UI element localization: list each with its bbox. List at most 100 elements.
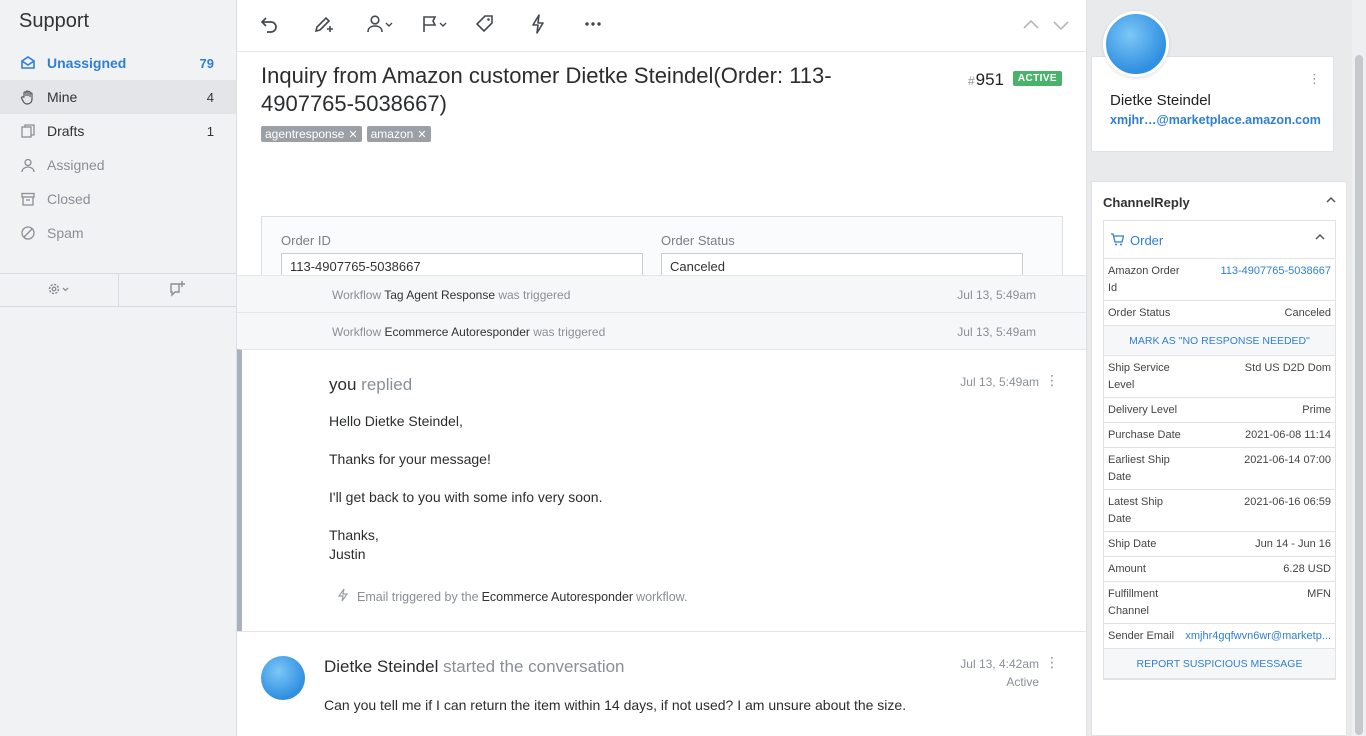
detail-key: Latest Ship Date [1108,496,1164,525]
sidebar-item-label: Mine [47,89,78,105]
detail-row: Purchase Date 2021-06-08 11:14 [1104,423,1335,448]
order-details: Amazon Order Id 113-4907765-5038667 Order … [1104,259,1335,679]
customer-email[interactable]: xmjhr…@marketplace.amazon.com [1110,113,1321,127]
block-icon [19,224,37,242]
detail-row: Latest Ship Date 2021-06-16 06:59 [1104,490,1335,532]
detail-row: Ship Date Jun 14 - Jun 16 [1104,532,1335,557]
cart-icon [1110,233,1125,249]
drafts-icon [19,122,37,140]
tag-label: amazon [370,127,414,141]
vertical-dots-icon: ⋮ [1045,654,1059,670]
app-title[interactable]: ChannelReply [1103,195,1190,210]
tag-icon [475,14,495,37]
conversation-pager [1022,15,1070,38]
remove-tag-icon[interactable]: ✕ [348,129,357,141]
reply-thread: you replied Jul 13, 5:49am ⋮ Hello Dietk… [237,349,1086,631]
sidebar-toolbar [0,273,236,307]
tag-button[interactable] [475,11,529,41]
thread-author: you [329,375,357,394]
next-conversation-button[interactable] [1052,15,1070,38]
sidebar-item-label: Spam [47,225,84,241]
detail-value[interactable]: 113-4907765-5038667 [1220,263,1331,280]
message-line: I'll get back to you with some info very… [329,489,603,505]
assign-button[interactable] [367,11,421,41]
thread-menu-button[interactable]: ⋮ [1045,372,1059,389]
workflow-button[interactable] [529,11,583,41]
activity-suffix: was triggered [498,288,571,302]
lightning-icon [529,14,547,37]
workflow-name[interactable]: Tag Agent Response [384,288,495,302]
detail-row: Delivery Level Prime [1104,398,1335,423]
detail-row: Ship Service Level Std US D2D Dom [1104,356,1335,398]
detail-key: Order Status [1108,307,1171,319]
detail-row: Earliest Ship Date 2021-06-14 07:00 [1104,448,1335,490]
hash-symbol: # [967,74,975,88]
more-actions-button[interactable] [583,11,637,41]
detail-key: Delivery Level [1108,404,1178,416]
activity-time: Jul 13, 5:49am [957,325,1036,339]
detail-key: Ship Service Level [1108,362,1170,391]
customer-avatar[interactable] [1103,11,1169,77]
sidebar-item-count: 79 [199,55,214,71]
add-note-button[interactable] [313,11,367,41]
chevron-up-icon[interactable] [1315,232,1325,244]
thread-menu-button[interactable]: ⋮ [1045,654,1059,671]
note-prefix: Email triggered by the [357,589,479,604]
sidebar-item-spam[interactable]: Spam [0,216,236,250]
settings-button[interactable] [0,274,119,306]
archive-icon [19,190,37,208]
order-panel-title: Order [1130,233,1164,248]
chevron-down-icon [1052,21,1070,38]
tag-chip[interactable]: agentresponse ✕ [261,126,362,142]
sidebar-item-drafts[interactable]: Drafts 1 [0,114,236,148]
reply-button[interactable] [259,11,313,41]
detail-row: Fulfillment Channel MFN [1104,582,1335,624]
remove-tag-icon[interactable]: ✕ [417,129,426,141]
new-conversation-button[interactable] [119,274,237,306]
customer-menu-button[interactable]: ⋮ [1308,71,1321,87]
order-status-label: Order Status [661,233,735,248]
more-icon [583,14,603,37]
tag-label: agentresponse [265,127,345,141]
message-line: Hello Dietke Steindel, [329,413,463,429]
folder-nav: Unassigned 79 Mine 4 Drafts 1 Assigned C… [0,46,236,250]
mailbox-title: Support [19,10,90,32]
order-status-field: Order Status Canceled [661,233,1023,279]
tag-list: agentresponse ✕ amazon ✕ [261,126,1062,142]
sidebar-item-assigned[interactable]: Assigned [0,148,236,182]
avatar[interactable] [261,656,305,700]
chevron-up-icon [1326,195,1336,207]
sidebar-item-closed[interactable]: Closed [0,182,236,216]
collapse-app-button[interactable] [1326,195,1336,207]
detail-value: 6.28 USD [1283,563,1331,575]
hand-icon [19,88,37,106]
detail-key: Fulfillment Channel [1108,588,1159,617]
order-panel-header[interactable]: Order [1104,221,1335,259]
status-badge: ACTIVE [1012,71,1062,86]
flag-icon [421,14,449,37]
conversation-header: Inquiry from Amazon customer Dietke Stei… [237,52,1086,304]
conversation-subject: Inquiry from Amazon customer Dietke Stei… [261,63,832,116]
channelreply-app: ChannelReply Order Amazon Order Id 113-49… [1091,181,1347,736]
detail-value: Canceled [1284,307,1331,319]
detail-key: Sender Email [1108,630,1175,642]
sidebar-item-unassigned[interactable]: Unassigned 79 [0,46,236,80]
scrollbar[interactable] [1352,0,1366,736]
detail-value: 2021-06-16 06:59 [1244,496,1331,508]
sidebar-item-label: Assigned [47,157,105,173]
workflow-name[interactable]: Ecommerce Autoresponder [384,325,529,339]
app-action-button[interactable]: REPORT SUSPICIOUS MESSAGE [1104,649,1335,679]
workflow-link[interactable]: Ecommerce Autoresponder [482,590,633,604]
detail-value[interactable]: xmjhr4gqfwvn6wr@marketp... [1185,628,1331,645]
scrollbar-thumb[interactable] [1355,55,1363,735]
app-action-button[interactable]: MARK AS "NO RESPONSE NEEDED" [1104,326,1335,356]
workflow-note: Email triggered by the Ecommerce Autores… [337,588,687,605]
thread-author[interactable]: Dietke Steindel [324,657,438,676]
sidebar-item-mine[interactable]: Mine 4 [0,80,236,114]
previous-conversation-button[interactable] [1022,15,1040,38]
customer-name[interactable]: Dietke Steindel [1110,92,1211,109]
tag-chip[interactable]: amazon ✕ [366,126,431,142]
status-button[interactable] [421,11,475,41]
thread-time: Jul 13, 4:42am Active [960,655,1039,691]
detail-value: Prime [1302,404,1331,416]
